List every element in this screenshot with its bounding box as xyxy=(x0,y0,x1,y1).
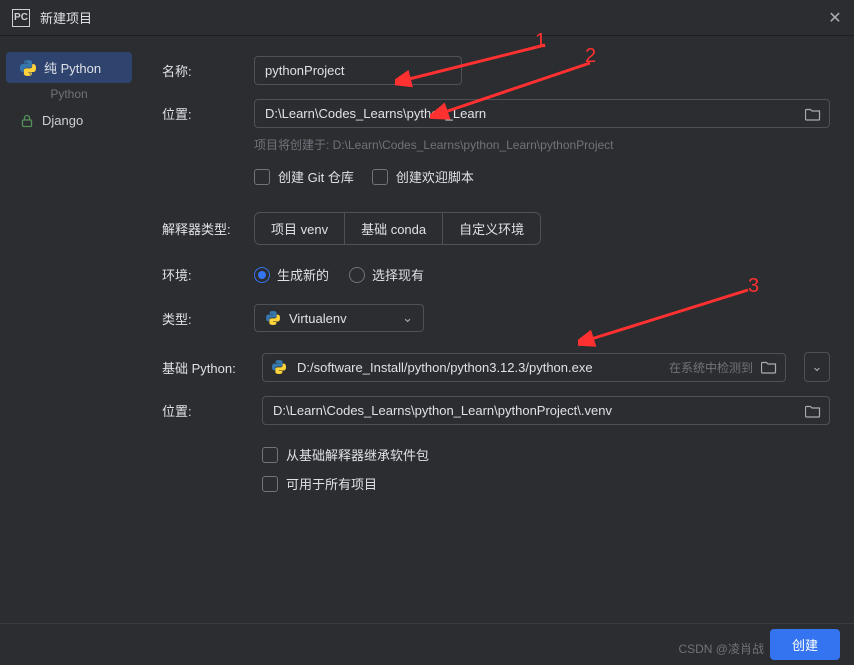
folder-icon[interactable] xyxy=(761,360,777,374)
type-select[interactable]: Virtualenv ⌄ xyxy=(254,304,424,332)
git-checkbox[interactable]: 创建 Git 仓库 xyxy=(254,167,354,186)
type-value: Virtualenv xyxy=(289,311,347,326)
radio-label: 选择现有 xyxy=(372,265,424,284)
env-label: 环境: xyxy=(162,265,242,284)
window-title: 新建项目 xyxy=(40,8,828,27)
checkbox-label: 创建欢迎脚本 xyxy=(396,167,474,186)
venv-location-input[interactable] xyxy=(263,397,805,424)
python-icon xyxy=(271,359,287,375)
python-icon xyxy=(265,310,281,326)
create-button[interactable]: 创建 xyxy=(770,629,840,660)
base-python-input-wrap: 在系统中检测到 xyxy=(262,353,786,382)
location-input-wrap xyxy=(254,99,830,128)
name-input[interactable] xyxy=(254,56,462,85)
sidebar-item-label: 纯 Python xyxy=(44,58,101,77)
base-python-label: 基础 Python: xyxy=(162,358,250,377)
type-label: 类型: xyxy=(162,309,242,328)
venv-location-input-wrap xyxy=(262,396,830,425)
checkbox-label: 可用于所有项目 xyxy=(286,474,377,493)
checkbox-label: 创建 Git 仓库 xyxy=(278,167,354,186)
python-icon xyxy=(20,60,36,76)
sidebar-subtitle: Python xyxy=(0,85,138,107)
available-checkbox[interactable]: 可用于所有项目 xyxy=(262,474,377,493)
lock-icon xyxy=(20,114,34,128)
chevron-down-icon: ⌄ xyxy=(402,310,413,326)
interpreter-type-segment: 项目 venv 基础 conda 自定义环境 xyxy=(254,212,541,245)
sidebar-item-pure-python[interactable]: 纯 Python xyxy=(6,52,132,83)
location-hint: 项目将创建于: D:\Learn\Codes_Learns\python_Lea… xyxy=(254,136,830,153)
name-label: 名称: xyxy=(162,61,242,80)
location-input[interactable] xyxy=(255,100,805,127)
seg-base-conda[interactable]: 基础 conda xyxy=(345,213,443,244)
content-panel: 名称: 位置: 项目将创建于: D:\Learn\Codes_Learns\py… xyxy=(138,36,854,626)
seg-custom-env[interactable]: 自定义环境 xyxy=(443,213,540,244)
inherit-checkbox[interactable]: 从基础解释器继承软件包 xyxy=(262,445,429,464)
radio-generate-new[interactable]: 生成新的 xyxy=(254,265,329,284)
app-icon: PC xyxy=(12,9,30,27)
checkbox-icon xyxy=(254,169,270,185)
radio-label: 生成新的 xyxy=(277,265,329,284)
radio-icon xyxy=(254,267,270,283)
folder-icon[interactable] xyxy=(805,404,821,418)
welcome-checkbox[interactable]: 创建欢迎脚本 xyxy=(372,167,474,186)
sidebar-item-django[interactable]: Django xyxy=(6,107,132,134)
location-label: 位置: xyxy=(162,104,242,123)
checkbox-icon xyxy=(262,447,278,463)
titlebar: PC 新建项目 ✕ xyxy=(0,0,854,36)
watermark: CSDN @凌肖战 xyxy=(678,640,764,657)
sidebar: 纯 Python Python Django xyxy=(0,36,138,626)
sidebar-item-label: Django xyxy=(42,113,83,128)
folder-icon[interactable] xyxy=(805,107,821,121)
base-python-dropdown[interactable]: ⌄ xyxy=(804,352,830,382)
radio-select-existing[interactable]: 选择现有 xyxy=(349,265,424,284)
base-python-input[interactable] xyxy=(287,354,669,381)
base-python-hint: 在系统中检测到 xyxy=(669,359,753,376)
interpreter-type-label: 解释器类型: xyxy=(162,219,242,238)
checkbox-icon xyxy=(262,476,278,492)
checkbox-label: 从基础解释器继承软件包 xyxy=(286,445,429,464)
venv-location-label: 位置: xyxy=(162,401,250,420)
close-icon[interactable]: ✕ xyxy=(828,11,842,25)
radio-icon xyxy=(349,267,365,283)
seg-project-venv[interactable]: 项目 venv xyxy=(255,213,345,244)
checkbox-icon xyxy=(372,169,388,185)
